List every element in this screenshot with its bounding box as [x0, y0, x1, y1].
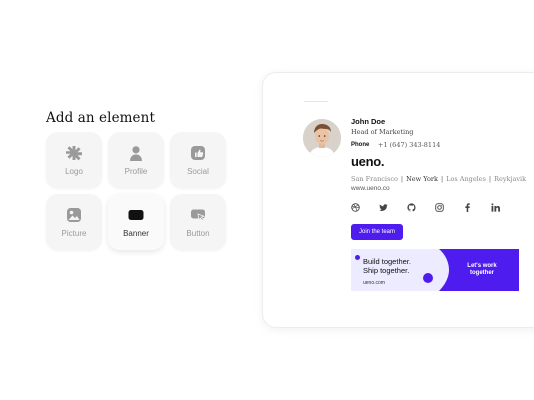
- dribbble-icon[interactable]: [351, 203, 360, 212]
- logo-icon: [66, 145, 82, 160]
- tile-label: Social: [187, 166, 209, 176]
- tile-button[interactable]: Button: [170, 194, 226, 250]
- banner-url: ueno.com: [363, 280, 385, 286]
- phone-value: +1 (647) 343-8114: [378, 141, 441, 149]
- github-icon[interactable]: [407, 203, 416, 212]
- social-icon: [191, 145, 205, 160]
- tile-label: Picture: [61, 228, 87, 238]
- twitter-icon[interactable]: [379, 203, 388, 212]
- tile-profile[interactable]: Profile: [108, 132, 164, 188]
- phone-label: Phone: [351, 142, 370, 148]
- city: San Francisco: [351, 175, 398, 183]
- button-icon: [191, 209, 206, 221]
- website-link[interactable]: www.ueno.co: [351, 185, 390, 192]
- tile-banner[interactable]: Banner: [108, 194, 164, 250]
- linkedin-icon[interactable]: [491, 203, 500, 212]
- divider: [304, 101, 328, 102]
- banner-line: Build together.: [363, 257, 411, 266]
- tile-label: Banner: [123, 228, 149, 238]
- tile-picture[interactable]: Picture: [46, 194, 102, 250]
- tile-social[interactable]: Social: [170, 132, 226, 188]
- picture-icon: [67, 207, 81, 222]
- panel-title: Add an element: [46, 110, 155, 126]
- signature-name: John Doe: [351, 117, 386, 126]
- instagram-icon[interactable]: [435, 203, 444, 212]
- city: New York: [406, 175, 438, 183]
- tile-logo[interactable]: Logo: [46, 132, 102, 188]
- banner-icon: [128, 209, 144, 220]
- banner-line: Ship together.: [363, 266, 410, 275]
- facebook-icon[interactable]: [463, 203, 472, 212]
- city: Los Angeles: [446, 175, 486, 183]
- banner-cta-line: Let's work: [467, 263, 497, 269]
- banner-cta-text: Let's work together: [467, 263, 497, 277]
- banner-dot: [355, 255, 360, 260]
- signature-banner[interactable]: Build together. Ship together. ueno.com …: [351, 249, 519, 291]
- tile-label: Logo: [65, 166, 83, 176]
- profile-icon: [130, 145, 142, 161]
- social-links: [351, 203, 501, 213]
- office-locations: San Francisco | New York | Los Angeles | Reykj…: [351, 175, 527, 183]
- signature-role: Head of Marketing: [351, 128, 414, 136]
- city: Reykjavik: [494, 175, 527, 183]
- tile-label: Profile: [124, 166, 148, 176]
- signature-preview-card: John Doe Head of Marketing Phone +1 (647…: [262, 72, 534, 328]
- banner-dot: [423, 273, 433, 283]
- brand-logo: ueno.: [351, 154, 385, 169]
- tile-label: Button: [186, 228, 210, 238]
- banner-headline: Build together. Ship together.: [363, 257, 411, 275]
- join-team-button[interactable]: Join the team: [351, 224, 403, 240]
- banner-cta-line: together: [470, 270, 494, 276]
- avatar: [303, 119, 341, 157]
- element-grid: Logo Profile Social Picture Banner Butto…: [46, 132, 226, 250]
